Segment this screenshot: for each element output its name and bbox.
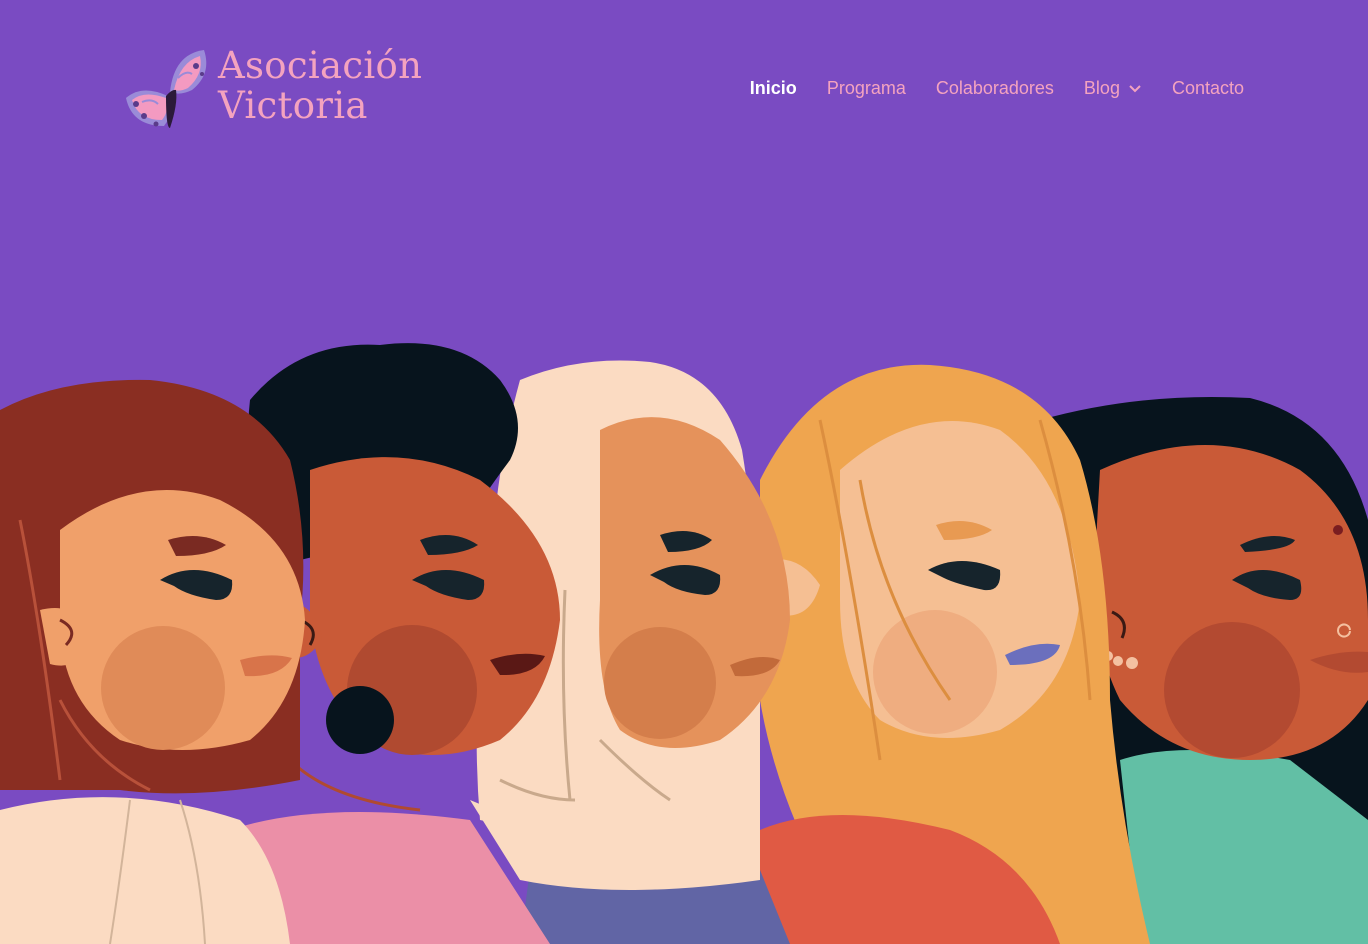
women-illustration [0, 343, 1368, 944]
main-nav: Inicio Programa Colaboradores Blog Conta… [750, 76, 1244, 100]
chevron-down-icon[interactable] [1128, 78, 1142, 99]
nav-item-colaboradores[interactable]: Colaboradores [936, 76, 1054, 100]
hero-illustration [0, 330, 1368, 944]
site-title-line1: Asociación [218, 44, 423, 87]
site-title: Asociación Victoria [218, 46, 422, 126]
site-header: Asociación Victoria Inicio Programa Cola… [0, 0, 1368, 180]
nav-item-blog-label: Blog [1083, 77, 1120, 98]
nav-item-inicio[interactable]: Inicio [750, 76, 797, 100]
nav-item-blog[interactable]: Blog [1084, 76, 1142, 100]
woman-1 [0, 379, 305, 944]
butterfly-icon [126, 50, 207, 128]
nav-item-programa[interactable]: Programa [827, 76, 906, 100]
nav-item-contacto[interactable]: Contacto [1172, 76, 1244, 100]
site-title-line2: Victoria [218, 84, 368, 127]
logo-link[interactable]: Asociación Victoria [122, 44, 422, 132]
